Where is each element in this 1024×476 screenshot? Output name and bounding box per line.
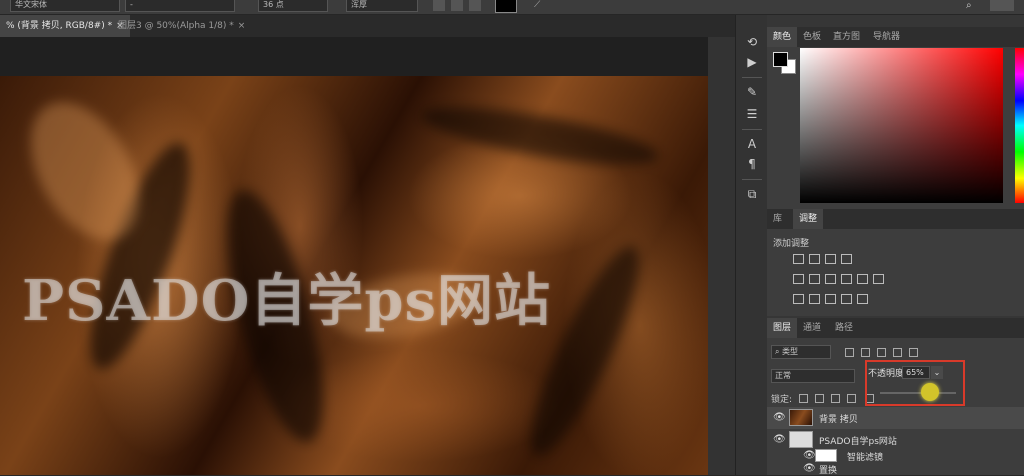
- lock-label: 锁定:: [771, 395, 793, 405]
- tab-layers[interactable]: 图层: [767, 318, 798, 338]
- eye-icon[interactable]: 👁: [803, 450, 816, 461]
- layer-name[interactable]: 背景 拷贝: [819, 412, 858, 425]
- eye-icon[interactable]: 👁: [773, 412, 786, 423]
- levels-icon[interactable]: [809, 254, 820, 264]
- layer-row[interactable]: 👁 智能滤镜: [767, 449, 1024, 463]
- antialias-select[interactable]: 浑厚: [346, 0, 418, 12]
- document-tab-bar: % (背景 拷贝, RGB/8#) * × 图层3 @ 50%(Alpha 1/8…: [0, 15, 735, 37]
- lookup-icon[interactable]: [873, 274, 884, 284]
- tab-label: % (背景 拷贝, RGB/8#) *: [6, 21, 113, 31]
- color-picker-field[interactable]: [800, 48, 1003, 203]
- align-left-icon[interactable]: [433, 0, 445, 11]
- tab-label: 图层3 @ 50%(Alpha 1/8) *: [118, 21, 234, 31]
- watermark-text[interactable]: PSADO自学ps网站: [22, 256, 551, 337]
- tab-paths[interactable]: 路径: [829, 318, 859, 338]
- shape-filter-icon[interactable]: [893, 348, 902, 357]
- brightness-icon[interactable]: [793, 254, 804, 264]
- eye-icon[interactable]: 👁: [803, 463, 816, 474]
- lock-transparency-icon[interactable]: [799, 394, 808, 403]
- close-icon[interactable]: ×: [238, 21, 246, 31]
- options-bar: 华文宋体 - 36 点 浑厚 ⟋ ⌕: [0, 0, 1024, 15]
- lock-move-icon[interactable]: [831, 394, 840, 403]
- search-icon[interactable]: ⌕: [966, 0, 978, 11]
- filter-mask-thumbnail: [815, 449, 837, 462]
- opacity-input[interactable]: 65%: [902, 366, 930, 379]
- paragraph-icon[interactable]: ¶: [744, 157, 760, 171]
- gradient-map-icon[interactable]: [857, 294, 868, 304]
- warp-text-icon[interactable]: ⟋: [534, 0, 546, 11]
- blend-mode-select[interactable]: 正常: [771, 369, 855, 383]
- balance-icon[interactable]: [809, 274, 820, 284]
- foreground-color-swatch[interactable]: [773, 52, 788, 67]
- layer-row[interactable]: 👁 置换: [767, 463, 1024, 476]
- font-family-select[interactable]: 华文宋体: [10, 0, 120, 12]
- text-color-swatch[interactable]: [495, 0, 517, 13]
- align-center-icon[interactable]: [451, 0, 463, 11]
- character-icon[interactable]: A: [744, 137, 760, 151]
- bw-icon[interactable]: [825, 274, 836, 284]
- panel-icon-column: ⟲ ▶ ✎ ☰ A ¶ ⧉: [735, 15, 769, 475]
- pixel-filter-icon[interactable]: [845, 348, 854, 357]
- filter-name[interactable]: 置换: [819, 463, 837, 476]
- font-size-select[interactable]: 36 点: [258, 0, 328, 12]
- font-style-select[interactable]: -: [125, 0, 235, 12]
- vibrance-icon[interactable]: [793, 274, 804, 284]
- align-right-icon[interactable]: [469, 0, 481, 11]
- invert-icon[interactable]: [793, 294, 804, 304]
- add-adjustment-label: 添加调整: [773, 239, 810, 249]
- cube-icon[interactable]: ⧉: [744, 187, 760, 201]
- photo-filter-icon[interactable]: [841, 274, 852, 284]
- lock-artboard-icon[interactable]: [847, 394, 856, 403]
- opacity-slider[interactable]: [880, 392, 956, 394]
- tab-channels[interactable]: 通道: [797, 318, 827, 338]
- lock-paint-icon[interactable]: [815, 394, 824, 403]
- adjustments-panel: 库 调整 添加调整: [767, 209, 1024, 316]
- tab-color[interactable]: 颜色: [767, 27, 798, 47]
- color-panel: 颜色 色板 直方图 导航器: [767, 27, 1024, 215]
- sliders-icon[interactable]: ☰: [744, 107, 760, 121]
- layer-name[interactable]: PSADO自学ps网站: [819, 434, 897, 447]
- tab-layer3[interactable]: 图层3 @ 50%(Alpha 1/8) * ×: [112, 15, 251, 37]
- layer-filter-select[interactable]: ⌕ 类型: [771, 345, 831, 359]
- workspace-icon[interactable]: [990, 0, 1014, 11]
- tab-navigator[interactable]: 导航器: [867, 27, 906, 47]
- tab-histogram[interactable]: 直方图: [827, 27, 866, 47]
- posterize-icon[interactable]: [809, 294, 820, 304]
- hue-slider[interactable]: [1015, 48, 1024, 203]
- brush-icon[interactable]: ✎: [744, 85, 760, 99]
- channel-mixer-icon[interactable]: [857, 274, 868, 284]
- tab-swatches[interactable]: 色板: [797, 27, 827, 47]
- play-icon[interactable]: ▶: [744, 55, 760, 69]
- search-icon: ⌕: [775, 347, 783, 356]
- smart-filter-icon[interactable]: [909, 348, 918, 357]
- chevron-down-icon[interactable]: ⌄: [931, 366, 943, 379]
- adjust-filter-icon[interactable]: [861, 348, 870, 357]
- selective-color-icon[interactable]: [841, 294, 852, 304]
- artboard-image[interactable]: PSADO自学ps网站: [0, 76, 708, 475]
- smart-filter-label[interactable]: 智能滤镜: [847, 450, 883, 463]
- canvas-area[interactable]: PSADO自学ps网站: [0, 37, 735, 475]
- layer-thumbnail: [789, 409, 813, 426]
- layer-row[interactable]: 👁 背景 拷贝: [767, 407, 1024, 429]
- threshold-icon[interactable]: [825, 294, 836, 304]
- eye-icon[interactable]: 👁: [773, 434, 786, 445]
- filter-type-label: 类型: [782, 347, 799, 356]
- right-panel-dock: 颜色 色板 直方图 导航器 库 调整 添加调整 图层 通道 路径 ⌕ 类型 正常…: [767, 15, 1024, 475]
- tab-background-copy[interactable]: % (背景 拷贝, RGB/8#) * ×: [0, 15, 130, 37]
- layer-thumbnail: [789, 431, 813, 448]
- curves-icon[interactable]: [825, 254, 836, 264]
- layer-row[interactable]: 👁 PSADO自学ps网站: [767, 429, 1024, 451]
- tab-library[interactable]: 库: [767, 209, 788, 229]
- tab-adjustments[interactable]: 调整: [793, 209, 824, 229]
- opacity-slider-thumb[interactable]: [921, 383, 939, 401]
- history-icon[interactable]: ⟲: [744, 35, 760, 49]
- type-filter-icon[interactable]: [877, 348, 886, 357]
- exposure-icon[interactable]: [841, 254, 852, 264]
- canvas-scrollbar[interactable]: [708, 37, 735, 475]
